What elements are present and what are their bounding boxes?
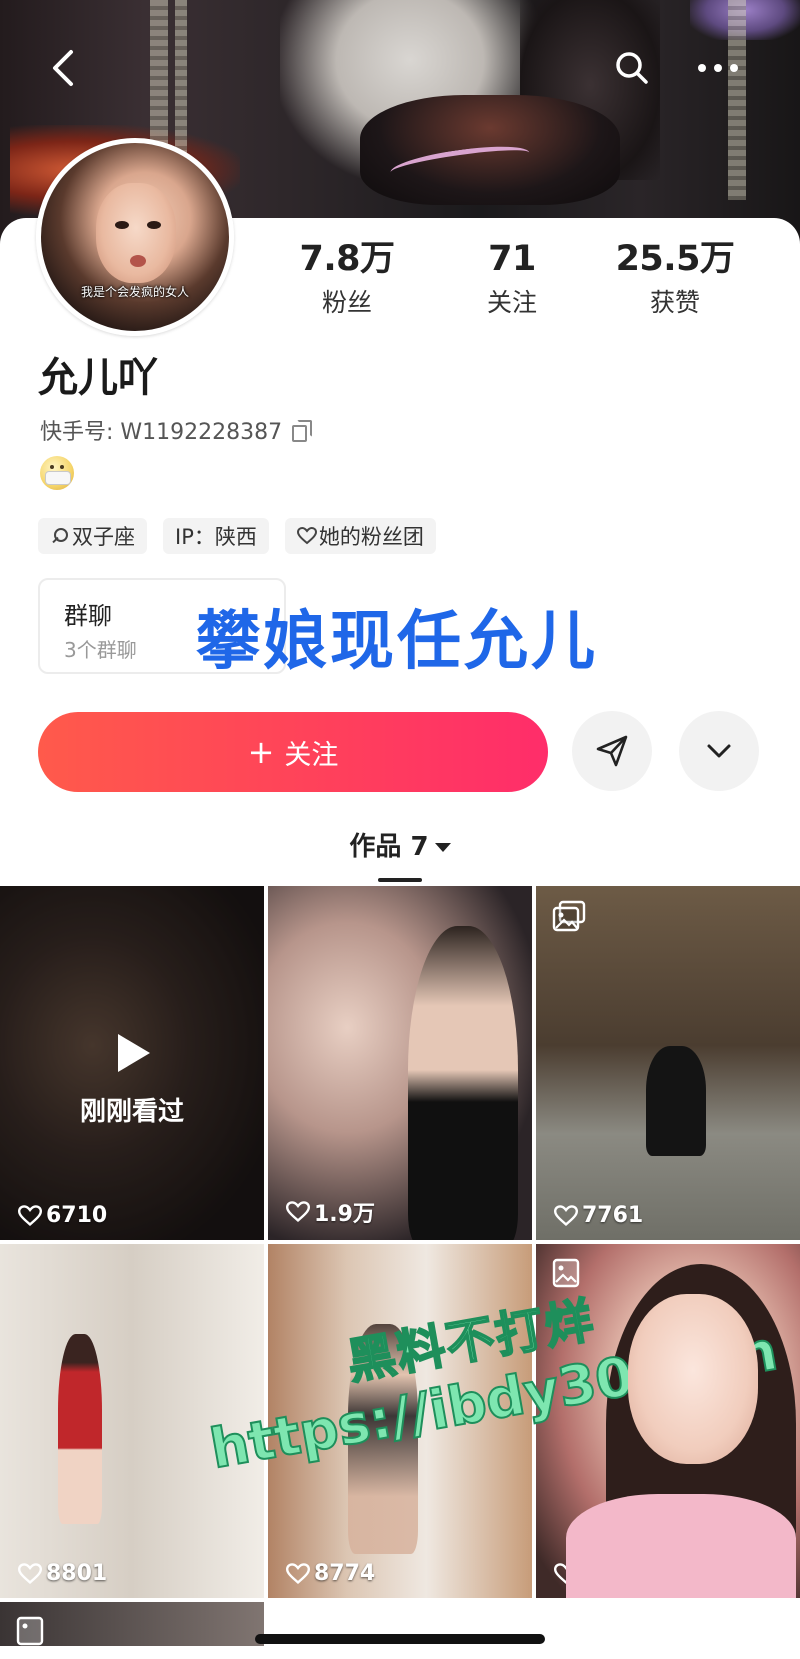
stat-label: 获赞 xyxy=(649,287,700,317)
stat-label: 关注 xyxy=(486,287,537,317)
avatar-mouth xyxy=(130,255,146,267)
tile-person xyxy=(58,1334,102,1524)
stat-value: 71 xyxy=(488,239,536,279)
avatar[interactable]: 我是个会发疯的女人 xyxy=(36,138,234,336)
tab-works[interactable]: 作品 7 xyxy=(0,826,800,863)
chevron-down-icon xyxy=(707,744,731,758)
recently-viewed-label: 刚刚看过 xyxy=(79,1097,184,1127)
image-gallery-icon xyxy=(552,900,586,932)
profile-name: 允儿吖 xyxy=(38,355,158,401)
works-grid: 刚刚看过 6710 1.9万 7761 8801 8774 xyxy=(0,886,800,1646)
like-count: 8774 xyxy=(286,1561,375,1586)
like-count: 1.9万 xyxy=(286,1196,375,1228)
tag-zodiac[interactable]: 双子座 xyxy=(38,518,147,554)
like-count-value: 7761 xyxy=(582,1203,644,1228)
like-count-value: 8801 xyxy=(46,1561,108,1586)
stat-value: 7.8万 xyxy=(299,239,395,279)
stat-likes[interactable]: 25.5万 获赞 xyxy=(600,240,750,319)
tag-label: IP：陕西 xyxy=(175,525,257,549)
tab-works-label: 作品 7 xyxy=(349,832,429,862)
copy-icon[interactable] xyxy=(290,420,313,442)
avatar-caption: 我是个会发疯的女人 xyxy=(80,285,189,299)
search-icon xyxy=(50,527,68,545)
emoji-eye xyxy=(60,465,64,469)
tile-person xyxy=(408,926,518,1240)
banner-decoration xyxy=(728,0,746,200)
video-tile[interactable]: 刚刚看过 6710 xyxy=(0,886,264,1240)
like-count: 7761 xyxy=(554,1203,643,1228)
photo-tile[interactable] xyxy=(0,1602,264,1646)
plus-icon: + xyxy=(247,733,275,771)
expand-button[interactable] xyxy=(679,711,759,791)
avatar-eye xyxy=(147,221,161,229)
heart-icon xyxy=(296,527,317,545)
more-options-button[interactable] xyxy=(690,40,746,96)
video-tile[interactable]: 8801 xyxy=(0,1244,264,1598)
image-icon xyxy=(16,1616,44,1646)
stat-value: 25.5万 xyxy=(615,239,735,279)
image-icon xyxy=(552,1258,580,1288)
caret-down-icon xyxy=(434,843,451,852)
play-icon xyxy=(118,1034,150,1072)
tag-label: 她的粉丝团 xyxy=(318,525,424,549)
heart-icon xyxy=(18,1562,42,1584)
mask-face-emoji-icon xyxy=(40,456,74,490)
profile-page: 我是个会发疯的女人 7.8万 粉丝 71 关注 25.5万 获赞 允儿吖 快手号… xyxy=(0,0,800,1659)
heart-icon xyxy=(286,1201,310,1222)
tile-person xyxy=(646,1046,706,1156)
like-count-value: 6710 xyxy=(46,1203,108,1228)
photo-album-tile[interactable]: 7761 xyxy=(536,886,800,1240)
home-indicator[interactable] xyxy=(255,1634,545,1644)
video-tile[interactable]: 8774 xyxy=(268,1244,532,1598)
tile-shirt xyxy=(566,1494,796,1598)
like-count-value: 1.9万 xyxy=(314,1202,375,1227)
heart-icon xyxy=(286,1562,310,1584)
tag-fan-club[interactable]: 她的粉丝团 xyxy=(284,518,436,554)
chevron-left-icon xyxy=(53,50,73,86)
emoji-mask xyxy=(45,471,71,485)
heart-icon xyxy=(18,1204,42,1226)
stat-followers[interactable]: 7.8万 粉丝 xyxy=(272,240,422,319)
empty-tile xyxy=(536,1602,800,1646)
group-chat-count: 3个群聊 xyxy=(64,638,137,662)
ellipsis-icon xyxy=(698,64,738,72)
search-icon xyxy=(616,52,648,84)
follow-label: 关注 xyxy=(284,739,339,771)
follow-button[interactable]: + 关注 xyxy=(38,712,548,792)
like-count: 6710 xyxy=(18,1203,107,1228)
overlay-caption: 攀娘现任允儿 xyxy=(196,605,598,679)
profile-tags: 双子座 IP：陕西 她的粉丝团 xyxy=(38,518,436,554)
tab-underline xyxy=(378,878,422,882)
tag-label: 双子座 xyxy=(72,525,135,549)
avatar-face xyxy=(96,183,176,283)
like-count-value: 8774 xyxy=(314,1561,376,1586)
user-id: 快手号: W1192228387 xyxy=(40,420,283,445)
back-button[interactable] xyxy=(36,40,92,96)
search-button[interactable] xyxy=(604,40,660,96)
like-count: 8801 xyxy=(18,1561,107,1586)
paper-plane-icon xyxy=(596,735,628,767)
tile-face xyxy=(628,1294,758,1464)
heart-icon xyxy=(554,1204,578,1226)
tile-person xyxy=(348,1324,418,1554)
photo-tile[interactable]: 636 xyxy=(536,1244,800,1598)
avatar-eye xyxy=(115,221,129,229)
group-chat-title: 群聊 xyxy=(64,602,112,630)
stat-following[interactable]: 71 关注 xyxy=(437,240,587,319)
tag-ip-location[interactable]: IP：陕西 xyxy=(163,518,269,554)
user-id-row: 快手号: W1192228387 xyxy=(40,414,313,446)
send-message-button[interactable] xyxy=(572,711,652,791)
video-tile[interactable]: 1.9万 xyxy=(268,886,532,1240)
stat-label: 粉丝 xyxy=(321,287,372,317)
emoji-eye xyxy=(50,465,54,469)
